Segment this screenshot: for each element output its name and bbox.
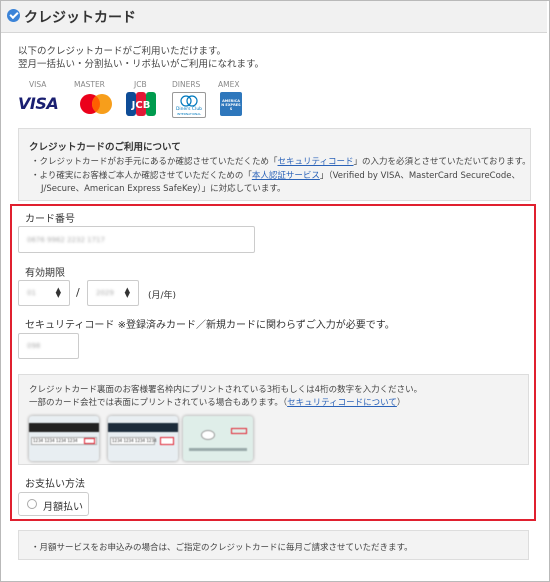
about-security-code-link[interactable]: セキュリティコードについて bbox=[287, 398, 397, 408]
expiry-unit: (月/年) bbox=[148, 291, 177, 301]
check-circle-icon bbox=[7, 9, 20, 22]
brand-label: VISA bbox=[29, 80, 47, 89]
panel-header: クレジットカード bbox=[1, 1, 547, 33]
amex-logo-icon: AMERICAN EXPRESS bbox=[220, 92, 242, 116]
security-code-input[interactable]: 098 bbox=[18, 333, 79, 359]
info-line-2: ・より確実にお客様ご本人か確認させていただくための「本人認証サービス」（Veri… bbox=[31, 169, 520, 181]
card-number-input[interactable]: 0676 9962 2232 1717 bbox=[18, 226, 255, 253]
expiry-label: 有効期限 bbox=[25, 268, 65, 279]
card-digits: 1234 1234 1234 1234 bbox=[33, 438, 78, 443]
intro-text-2: 翌月一括払い・分割払い・リボ払いがご利用になれます。 bbox=[18, 59, 265, 70]
select-arrows-icon: ▲ ▼ bbox=[124, 286, 130, 299]
brand-label: MASTER bbox=[74, 80, 105, 89]
expiry-year-select[interactable]: 2029 ▲ ▼ bbox=[87, 280, 139, 306]
hint-line-2: 一部のカード会社では表面にプリントされている場合もあります。（セキュリティコード… bbox=[29, 396, 405, 408]
card-number-label: カード番号 bbox=[25, 214, 75, 225]
expiry-separator: / bbox=[76, 286, 80, 299]
visa-logo-icon: VISA bbox=[18, 92, 60, 116]
card-number-line bbox=[189, 448, 247, 451]
authentication-service-link[interactable]: 本人認証サービス bbox=[252, 171, 320, 181]
card-digits: 1234 1234 1234 1234 bbox=[112, 438, 157, 443]
radio-icon[interactable] bbox=[27, 499, 37, 509]
code-marker bbox=[84, 438, 95, 444]
info-line-2-pre: ・より確実にお客様ご本人か確認させていただくための「 bbox=[31, 171, 252, 181]
info-line-2-post: 」（Verified by VISA、MasterCard SecureCode… bbox=[319, 171, 520, 181]
code-marker bbox=[231, 428, 247, 434]
info-title: クレジットカードのご利用について bbox=[29, 142, 181, 153]
brand-label: JCB bbox=[134, 80, 147, 89]
brand-label: DINERS bbox=[172, 80, 201, 89]
card-back-example-2: 1234 1234 1234 1234 bbox=[108, 416, 178, 461]
credit-card-usage-info: クレジットカードのご利用について ・クレジットカードがお手元にあるか確認させてい… bbox=[18, 128, 531, 201]
hint-line-2-pre: 一部のカード会社では表面にプリントされている場合もあります。（ bbox=[29, 398, 288, 408]
monthly-billing-note: ・月額サービスをお申込みの場合は、ご指定のクレジットカードに毎月ご請求させていた… bbox=[18, 530, 529, 560]
expiry-month-select[interactable]: 01 ▲ ▼ bbox=[18, 280, 70, 306]
info-line-1-pre: ・クレジットカードがお手元にあるか確認させていただくため「 bbox=[31, 157, 278, 167]
jcb-logo-icon: JCB bbox=[126, 92, 156, 116]
code-marker bbox=[160, 437, 174, 445]
security-code-label: セキュリティコード ※登録済みカード／新規カードに関わらずご入力が必要です。 bbox=[25, 320, 395, 331]
hint-line-2-post: ） bbox=[396, 398, 406, 408]
diners-logo-subtext: INTERNATIONAL bbox=[176, 112, 202, 116]
select-arrows-icon: ▲ ▼ bbox=[55, 286, 61, 299]
security-code-value: 098 bbox=[27, 342, 41, 350]
panel-title: クレジットカード bbox=[24, 10, 136, 26]
card-chip bbox=[201, 430, 215, 440]
expiry-year-value: 2029 bbox=[96, 289, 114, 297]
info-line-1: ・クレジットカードがお手元にあるか確認させていただくため「セキュリティコード」の… bbox=[31, 155, 531, 167]
diners-logo-icon: Diners Club INTERNATIONAL bbox=[172, 92, 206, 118]
card-front-example bbox=[183, 416, 253, 461]
hint-line-1: クレジットカード裏面のお客様署名枠内にプリントされている3桁もしくは4桁の数字を… bbox=[29, 385, 423, 395]
mastercard-logo-icon bbox=[78, 92, 114, 116]
security-code-link[interactable]: セキュリティコード bbox=[278, 157, 354, 167]
monthly-payment-option[interactable]: 月額払い bbox=[18, 492, 89, 516]
jcb-logo-text: JCB bbox=[131, 100, 151, 111]
card-back-example-1: 1234 1234 1234 1234 bbox=[29, 416, 99, 461]
monthly-payment-label: 月額払い bbox=[43, 502, 83, 513]
brand-label: AMEX bbox=[218, 80, 240, 89]
security-code-hint: クレジットカード裏面のお客様署名枠内にプリントされている3桁もしくは4桁の数字を… bbox=[18, 374, 529, 465]
expiry-month-value: 01 bbox=[27, 289, 36, 297]
payment-method-label: お支払い方法 bbox=[25, 479, 85, 490]
amex-logo-text: AMERICAN EXPRESS bbox=[221, 99, 241, 111]
card-number-value: 0676 9962 2232 1717 bbox=[27, 235, 105, 244]
magnetic-stripe bbox=[108, 423, 178, 432]
info-line-1-post: 」の入力を必須とさせていただいております。 bbox=[353, 157, 531, 167]
note-text: ・月額サービスをお申込みの場合は、ご指定のクレジットカードに毎月ご請求させていた… bbox=[31, 543, 413, 553]
intro-text-1: 以下のクレジットカードがご利用いただけます。 bbox=[18, 46, 227, 57]
visa-logo-text: VISA bbox=[18, 94, 59, 113]
info-line-3: J/Secure、American Express SafeKey）」に対応して… bbox=[41, 184, 286, 194]
magnetic-stripe bbox=[29, 423, 99, 432]
